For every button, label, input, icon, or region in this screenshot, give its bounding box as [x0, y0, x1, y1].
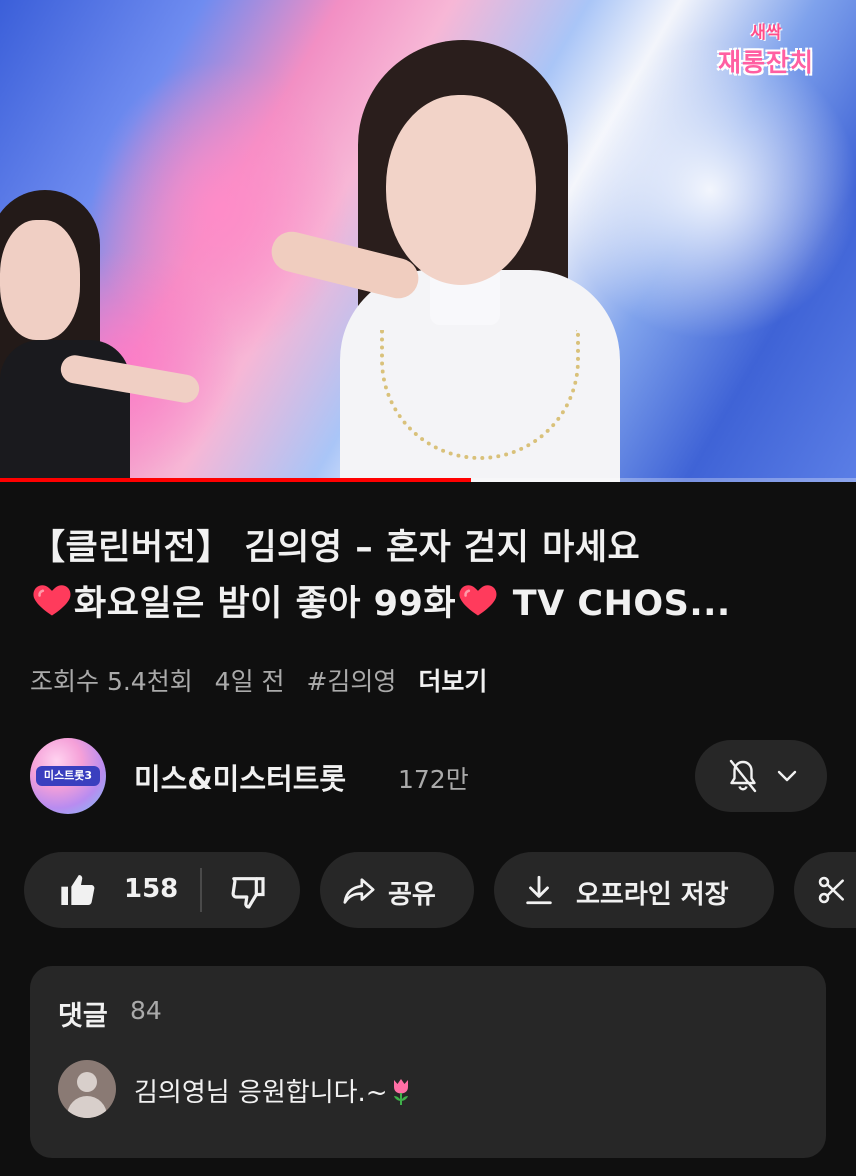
- channel-row[interactable]: 미스트롯3 미스&미스터트롯 172만: [30, 738, 830, 814]
- offline-save-button[interactable]: 오프라인 저장: [494, 852, 774, 928]
- heart-icon: [459, 585, 497, 616]
- like-dislike-group: 158: [24, 852, 300, 928]
- video-player[interactable]: 새싹 재롱잔치: [0, 0, 856, 482]
- notification-button[interactable]: [695, 740, 827, 812]
- tulip-icon: [393, 1079, 408, 1105]
- top-comment: 김의영님 응원합니다.~: [134, 1072, 412, 1109]
- subscriber-count: 172만: [398, 765, 469, 794]
- chevron-down-icon: [777, 770, 797, 782]
- thumbs-down-icon[interactable]: [228, 872, 268, 912]
- clip-button[interactable]: [794, 852, 856, 928]
- video-title-line1: 【클린버전】 김의영 – 혼자 걷지 마세요: [30, 528, 641, 568]
- video-title-part2: TV CHOS...: [500, 584, 731, 624]
- action-row: 158 공유 오프라인 저장: [0, 852, 856, 928]
- share-label: 공유: [388, 880, 436, 910]
- scissors-icon: [818, 876, 844, 904]
- performer: [267, 40, 640, 482]
- hashtag-link[interactable]: #김의영: [306, 667, 396, 696]
- view-count: 조회수 5.4천회: [30, 667, 193, 696]
- like-count[interactable]: 158: [124, 874, 178, 904]
- channel-avatar[interactable]: 미스트롯3: [30, 738, 106, 814]
- thumbs-up-icon[interactable]: [58, 870, 98, 910]
- logo-top-text: 새싹: [750, 23, 782, 43]
- video-title[interactable]: 【클린버전】 김의영 – 혼자 걷지 마세요 화요일은 밤이 좋아 99화 TV…: [30, 520, 840, 632]
- commenter-avatar: [58, 1060, 116, 1118]
- video-progress-fill: [0, 478, 471, 482]
- video-meta[interactable]: 조회수 5.4천회 4일 전 #김의영 더보기: [30, 662, 501, 698]
- share-icon: [343, 878, 375, 904]
- comments-panel[interactable]: 댓글 84 김의영님 응원합니다.~: [30, 966, 826, 1158]
- video-title-part1: 화요일은 밤이 좋아 99화: [74, 584, 457, 624]
- channel-name[interactable]: 미스&미스터트롯: [134, 756, 346, 798]
- heart-icon: [33, 585, 71, 616]
- bell-off-icon: [729, 759, 757, 793]
- logo-bottom-text: 재롱잔치: [717, 48, 814, 77]
- comments-count: 84: [130, 996, 162, 1025]
- backup-dancer: [0, 190, 202, 482]
- more-button[interactable]: 더보기: [418, 667, 487, 696]
- comments-header: 댓글: [58, 1001, 108, 1032]
- upload-age: 4일 전: [214, 667, 285, 696]
- offline-save-label: 오프라인 저장: [576, 880, 729, 910]
- video-progress-bar[interactable]: [0, 478, 856, 482]
- top-comment-text: 김의영님 응원합니다.~: [134, 1078, 388, 1108]
- share-button[interactable]: 공유: [320, 852, 474, 928]
- broadcast-logo: 새싹 재롱잔치: [702, 18, 830, 84]
- like-divider: [200, 868, 202, 912]
- download-icon: [526, 875, 552, 905]
- channel-avatar-tag: 미스트롯3: [36, 766, 100, 786]
- video-title-line2: 화요일은 밤이 좋아 99화 TV CHOS...: [30, 576, 840, 632]
